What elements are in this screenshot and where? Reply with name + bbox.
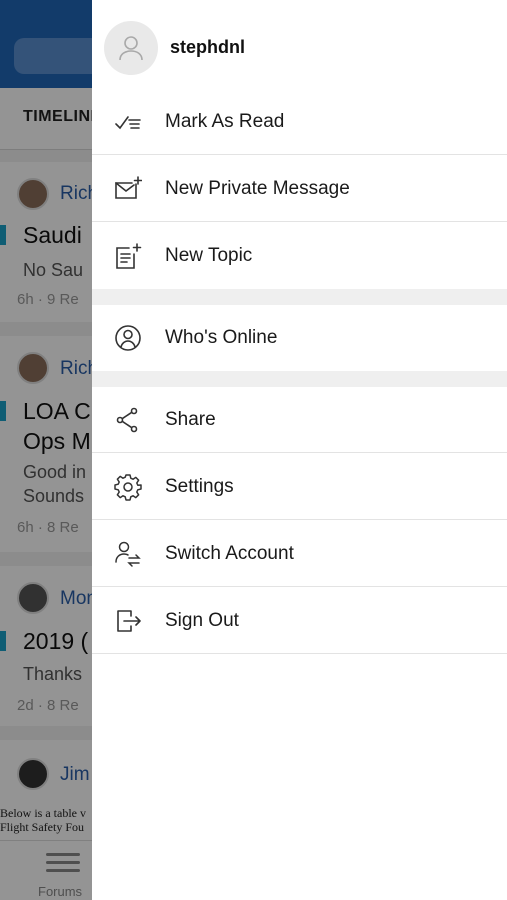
menu-item-label: Mark As Read <box>165 111 285 132</box>
section-divider <box>92 289 507 305</box>
gear-icon <box>114 473 142 501</box>
menu-item-label: Sign Out <box>165 610 239 631</box>
menu-item-mark-as-read[interactable]: Mark As Read <box>92 88 507 155</box>
menu-item-share[interactable]: Share <box>92 386 507 453</box>
new-topic-icon <box>114 242 142 270</box>
menu-item-settings[interactable]: Settings <box>92 453 507 520</box>
menu-item-label: Switch Account <box>165 543 294 564</box>
menu-item-label: Who's Online <box>165 327 278 348</box>
menu-item-new-private-message[interactable]: New Private Message <box>92 155 507 222</box>
menu-item-switch-account[interactable]: Switch Account <box>92 520 507 587</box>
menu-item-sign-out[interactable]: Sign Out <box>92 587 507 654</box>
avatar <box>104 21 158 75</box>
online-users-icon <box>114 324 142 352</box>
divider <box>92 653 507 654</box>
menu-item-label: New Private Message <box>165 178 350 199</box>
new-message-icon <box>114 175 143 203</box>
menu-item-new-topic[interactable]: New Topic <box>92 222 507 289</box>
share-icon <box>114 406 142 434</box>
menu-item-label: New Topic <box>165 245 253 266</box>
switch-account-icon <box>114 540 142 568</box>
account-header[interactable]: stephdnl <box>92 0 507 92</box>
sign-out-icon <box>114 607 142 635</box>
user-placeholder-icon <box>119 36 143 61</box>
menu-item-whos-online[interactable]: Who's Online <box>92 304 507 371</box>
menu-item-label: Settings <box>165 476 234 497</box>
side-drawer: stephdnl Mark As Read New Private Messag… <box>92 0 507 900</box>
section-divider <box>92 371 507 387</box>
mark-read-icon <box>114 108 142 136</box>
menu-item-label: Share <box>165 409 216 430</box>
username: stephdnl <box>170 37 245 57</box>
